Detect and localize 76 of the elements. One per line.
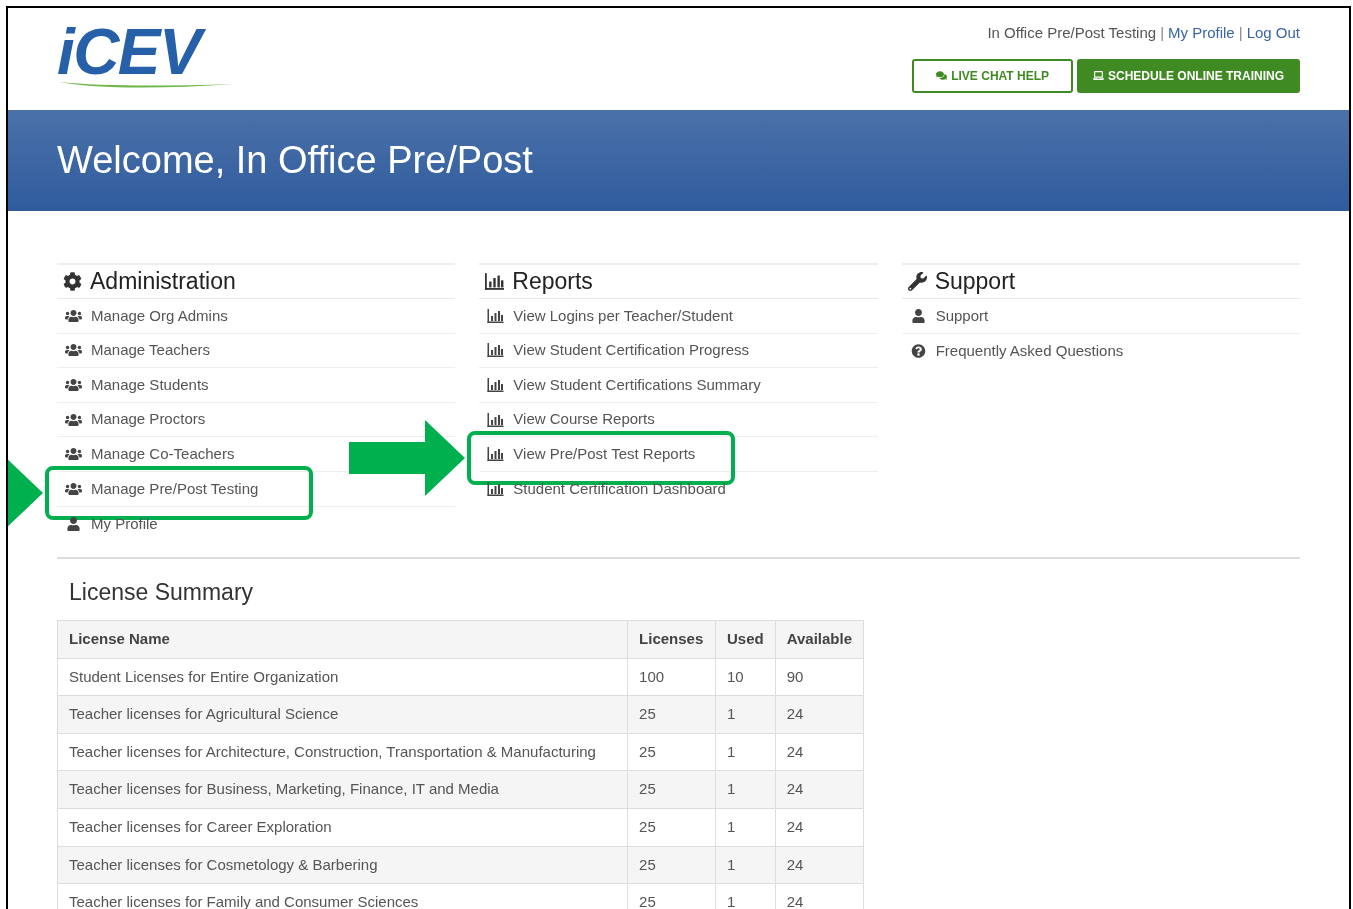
table-cell: Teacher licenses for Career Exploration [57, 808, 628, 847]
bar-chart-icon [487, 378, 505, 392]
bar-chart-icon [487, 343, 505, 358]
menu-link[interactable]: View Logins per Teacher/Student [513, 304, 733, 328]
bar-chart-icon [487, 412, 505, 427]
bar-chart-icon [487, 308, 505, 323]
menu-link[interactable]: View Student Certifications Summary [513, 373, 761, 397]
users-icon [65, 481, 82, 496]
users-icon [65, 447, 82, 462]
menu-link[interactable]: View Pre/Post Test Reports [513, 442, 696, 466]
table-cell: 100 [627, 658, 716, 696]
table-cell: 25 [627, 770, 716, 809]
menu-link[interactable]: Manage Org Admins [91, 304, 228, 328]
welcome-title: Welcome, In Office Pre/Post [57, 138, 533, 183]
user-icon [65, 516, 82, 531]
separator: | [1160, 23, 1165, 43]
users-icon [65, 308, 82, 323]
table-cell: Teacher licenses for Cosmetology & Barbering [57, 846, 628, 884]
separator: | [1238, 23, 1243, 43]
license-summary-title: License Summary [68, 578, 255, 608]
table-cell: 1 [715, 846, 776, 884]
table-cell: 24 [775, 695, 864, 734]
table-cell: 24 [775, 733, 864, 771]
menu-link[interactable]: Student Certification Dashboard [513, 478, 726, 501]
table-cell: Teacher licenses for Business, Marketing, Finance, IT and Media [57, 770, 628, 809]
menu-link[interactable]: My Profile [91, 512, 158, 536]
table-cell: 24 [775, 770, 864, 809]
menu-link[interactable]: Manage Pre/Post Testing [91, 477, 259, 500]
menu-link[interactable]: Manage Co-Teachers [91, 442, 235, 466]
bar-chart-icon [485, 272, 505, 291]
menu-link[interactable]: Support [935, 304, 989, 328]
column-header: Licenses [627, 620, 716, 659]
laptop-icon [1093, 70, 1104, 81]
table-cell: 1 [715, 733, 776, 771]
table-cell: Teacher licenses for Agricultural Science [57, 695, 628, 734]
table-cell: 1 [715, 808, 776, 847]
table-cell: 90 [775, 658, 864, 696]
section-title: Reports [512, 267, 593, 297]
menu-link[interactable]: View Student Certification Progress [513, 339, 749, 362]
logo[interactable]: iCEV [57, 20, 237, 88]
table-cell: 1 [715, 695, 776, 734]
table-cell: 25 [627, 733, 716, 771]
settings-icon [63, 272, 82, 291]
bar-chart-icon [487, 447, 505, 462]
table-cell: Student Licenses for Entire Organization [57, 658, 628, 696]
header-link[interactable]: Log Out [1246, 22, 1300, 45]
header-link[interactable]: My Profile [1168, 22, 1235, 45]
chat-icon [936, 70, 948, 81]
bar-chart-icon [487, 482, 505, 497]
table-cell: 25 [627, 846, 716, 884]
users-icon [65, 343, 82, 358]
table-cell: 24 [775, 846, 864, 884]
table-cell: 10 [715, 658, 776, 696]
wrench-icon [907, 272, 927, 291]
column-header: Available [775, 620, 864, 659]
users-icon [65, 412, 82, 427]
table-cell: 25 [627, 695, 716, 734]
menu-link[interactable]: Manage Students [91, 373, 209, 397]
table-cell: Teacher licenses for Architecture, Construction, Transportation & Manufacturing [57, 733, 628, 771]
column-header: Used [715, 620, 776, 659]
help-icon [909, 343, 927, 358]
schedule-training-button[interactable]: SCHEDULE ONLINE TRAINING [1077, 58, 1300, 93]
table-cell: 25 [627, 808, 716, 847]
column-header: License Name [57, 620, 628, 659]
users-icon [65, 378, 82, 392]
live-chat-button[interactable]: LIVE CHAT HELP [912, 58, 1073, 93]
section-title: Support [934, 267, 1016, 297]
menu-link[interactable]: Manage Proctors [91, 408, 206, 431]
menu-link[interactable]: Frequently Asked Questions [935, 339, 1124, 363]
menu-link[interactable]: View Course Reports [513, 408, 655, 431]
user-icon [909, 308, 927, 323]
section-title: Administration [90, 267, 236, 297]
table-cell: 1 [715, 770, 776, 809]
user-name: In Office Pre/Post Testing [987, 23, 1157, 43]
menu-link[interactable]: Manage Teachers [91, 339, 210, 362]
table-cell: 24 [775, 808, 864, 847]
